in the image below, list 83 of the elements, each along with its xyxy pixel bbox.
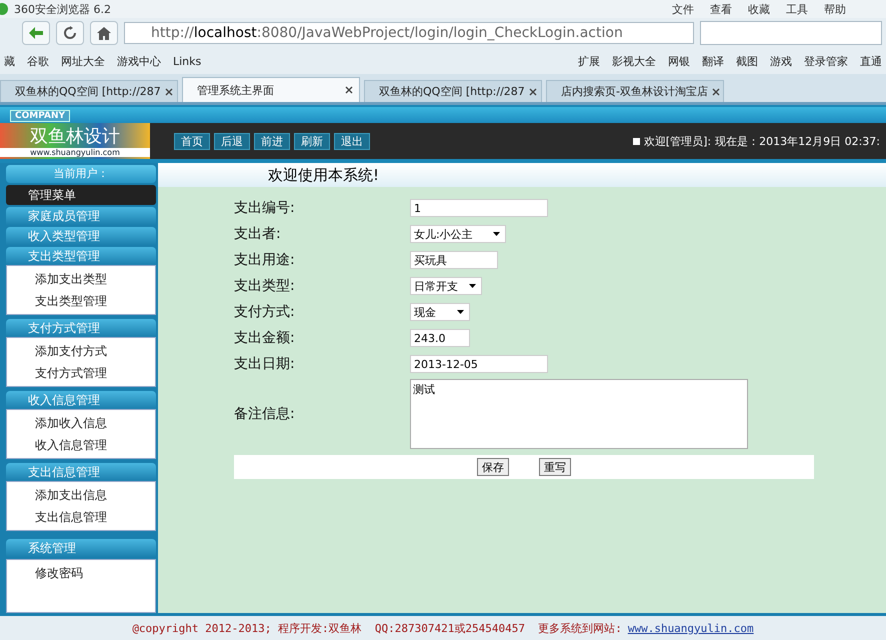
dropdown[interactable]: 现金 — [410, 303, 470, 321]
back-button[interactable] — [22, 21, 50, 45]
home-icon — [97, 26, 111, 40]
menu-item[interactable]: 支付方式管理 — [7, 362, 155, 384]
menu-item[interactable]: 查看 — [710, 2, 732, 16]
field-label: 支出者: — [234, 225, 282, 243]
field-label: 支出编号: — [234, 199, 296, 217]
field-label: 支付方式: — [234, 303, 296, 321]
bookmark-item[interactable]: 藏 — [4, 54, 15, 68]
bookmark-item[interactable]: 谷歌 — [27, 54, 49, 68]
menu-item[interactable]: 帮助 — [824, 2, 846, 16]
browser-tab[interactable]: 双鱼林的QQ空间 [http://287 — [0, 80, 178, 102]
input-field[interactable]: 2013-12-05 — [410, 355, 548, 373]
toolbar-item[interactable]: 直通 — [860, 54, 882, 68]
bookmark-item[interactable]: Links — [173, 54, 202, 68]
caret-icon — [457, 310, 464, 314]
home-button[interactable] — [90, 21, 118, 45]
refresh-icon — [63, 26, 77, 40]
caret-icon — [493, 232, 500, 236]
nav-button[interactable]: 退出 — [334, 132, 370, 150]
bookmark-item[interactable]: 游戏中心 — [117, 54, 161, 68]
menu-item[interactable]: 收藏 — [748, 2, 770, 16]
menu-item[interactable]: 添加支付方式 — [7, 340, 155, 362]
menu-item[interactable]: 工具 — [786, 2, 808, 16]
text-area[interactable]: 测试 — [410, 379, 748, 449]
input-field[interactable]: 243.0 — [410, 329, 470, 347]
nav-button[interactable]: 前进 — [254, 132, 290, 150]
close-icon[interactable] — [164, 88, 173, 96]
toolbar-item[interactable]: 游戏 — [770, 54, 792, 68]
form-button[interactable]: 保存 — [477, 458, 509, 476]
field-label: 支出用途: — [234, 251, 296, 269]
company-badge: COMPANY — [10, 110, 70, 122]
field-label: 备注信息: — [234, 405, 296, 423]
nav-button[interactable]: 刷新 — [294, 132, 330, 150]
toolbar-item[interactable]: 翻译 — [702, 54, 724, 68]
form-button[interactable]: 重写 — [539, 458, 571, 476]
refresh-button[interactable] — [56, 21, 84, 45]
current-time: 现在是：2013年12月9日 02:37: — [715, 134, 880, 148]
close-icon[interactable] — [528, 88, 537, 96]
toolbar-item[interactable]: 影视大全 — [612, 54, 656, 68]
close-icon[interactable] — [712, 88, 720, 96]
search-field[interactable] — [700, 21, 882, 45]
square-icon — [632, 138, 640, 144]
browser-tab[interactable]: 店内搜索页-双鱼林设计淘宝店 — [546, 80, 724, 102]
tab-title: 双鱼林的QQ空间 [http://287 — [379, 84, 525, 99]
close-icon[interactable] — [345, 86, 353, 94]
menu-item[interactable]: 添加支出类型 — [7, 268, 155, 290]
site-logo: 双鱼林设计 www.shuangyulin.com — [0, 123, 150, 159]
toolbar-item[interactable]: 网银 — [668, 54, 690, 68]
tab-title: 店内搜索页-双鱼林设计淘宝店 — [561, 84, 708, 99]
menu-item[interactable]: 收入信息管理 — [7, 434, 155, 456]
toolbar-item[interactable]: 扩展 — [578, 54, 600, 68]
browser-title: 360安全浏览器 6.2 — [14, 2, 111, 16]
dropdown[interactable]: 日常开支 — [410, 277, 482, 295]
browser-tab[interactable]: 管理系统主界面 — [182, 77, 360, 102]
menu-item[interactable]: 添加支出信息 — [7, 484, 155, 506]
menu-item[interactable]: 支出类型管理 — [7, 290, 155, 312]
input-field[interactable]: 1 — [410, 199, 548, 217]
field-label: 支出类型: — [234, 277, 296, 295]
copyright-text: @copyright 2012-2013; 程序开发:双鱼林 QQ:287307421或254540457 更多系统到网站: — [132, 620, 622, 636]
website-link[interactable]: www.shuangyulin.com — [628, 622, 754, 634]
bookmark-item[interactable]: 网址大全 — [61, 54, 105, 68]
welcome-text: 欢迎[管理员]: — [644, 134, 712, 148]
toolbar-item[interactable]: 登录管家 — [804, 54, 848, 68]
browser-tab[interactable]: 双鱼林的QQ空间 [http://287 — [364, 80, 542, 102]
menu-item[interactable]: 文件 — [672, 2, 694, 16]
nav-button[interactable]: 后退 — [214, 132, 250, 150]
page-title: 欢迎使用本系统! — [158, 163, 886, 187]
nav-button[interactable]: 首页 — [174, 132, 210, 150]
caret-icon — [469, 284, 476, 288]
field-label: 支出日期: — [234, 355, 296, 373]
tab-title: 双鱼林的QQ空间 [http://287 — [15, 84, 161, 99]
tab-title: 管理系统主界面 — [197, 82, 274, 98]
menu-item[interactable]: 支出信息管理 — [7, 506, 155, 528]
current-user-panel: 当前用户： — [6, 165, 156, 183]
back-arrow-icon — [29, 27, 43, 39]
toolbar-item[interactable]: 截图 — [736, 54, 758, 68]
input-field[interactable]: 买玩具 — [410, 251, 498, 269]
dropdown[interactable]: 女儿:小公主 — [410, 225, 506, 243]
menu-item[interactable]: 添加收入信息 — [7, 412, 155, 434]
menu-title: 管理菜单 — [6, 185, 156, 205]
address-field[interactable]: http://localhost:8080/JavaWebProject/login/login_CheckLogin.action — [124, 22, 694, 44]
field-label: 支出金额: — [234, 329, 296, 347]
